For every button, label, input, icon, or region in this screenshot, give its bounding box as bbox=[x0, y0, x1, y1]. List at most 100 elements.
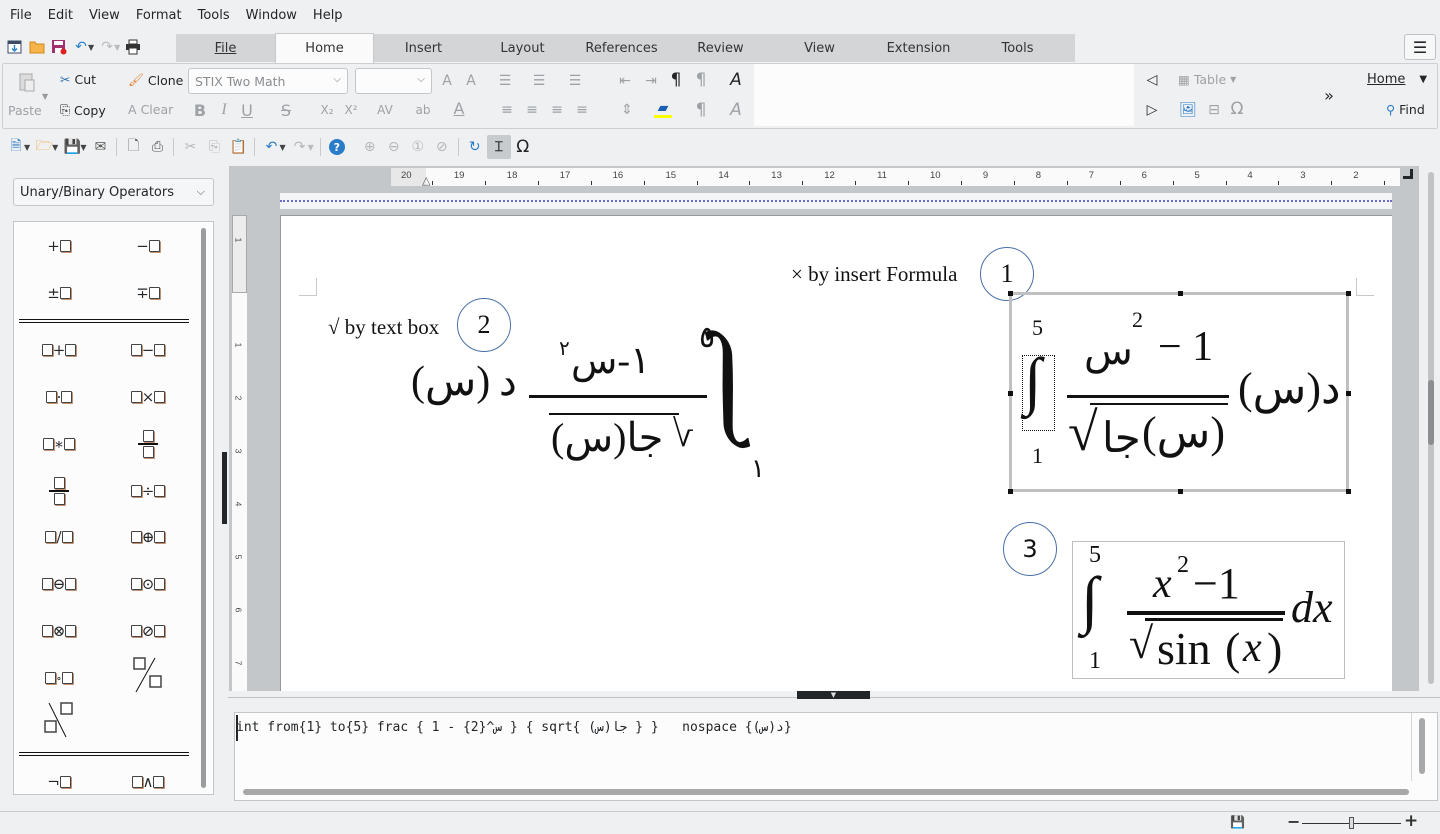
ribbon-scroll-left-icon[interactable]: ◁ bbox=[1143, 71, 1161, 89]
menu-window[interactable]: Window bbox=[240, 8, 303, 23]
character-spacing-icon[interactable]: AV bbox=[376, 101, 394, 119]
tab-home[interactable]: Home bbox=[275, 33, 374, 63]
document-modified-icon[interactable]: 💾 bbox=[1230, 815, 1245, 829]
element-plus-minus[interactable]: ± bbox=[19, 275, 99, 311]
tab-insert[interactable]: Insert bbox=[374, 34, 473, 62]
paste-button[interactable]: Paste bbox=[8, 103, 42, 118]
bullet-list-icon[interactable]: ☰ bbox=[496, 72, 514, 90]
outline-list-icon[interactable]: ☰ bbox=[566, 72, 584, 90]
element-concatenate[interactable]: ∘ bbox=[19, 660, 99, 696]
element-boolean-and[interactable]: ∧ bbox=[108, 764, 188, 794]
tab-layout[interactable]: Layout bbox=[473, 34, 572, 62]
zoom-optimal-icon[interactable]: ⊘ bbox=[430, 135, 454, 159]
element-multiplication-star[interactable]: ∗ bbox=[19, 426, 99, 462]
sidebar-collapse-handle[interactable] bbox=[222, 452, 227, 524]
font-size-combo[interactable]: ⌵ bbox=[355, 68, 432, 94]
paragraph-ltr-icon[interactable]: ¶ bbox=[692, 70, 710, 90]
formula-text-box[interactable]: ٥ ∫ ١ ١-س ٢ جا(س) √ د (س) bbox=[411, 309, 771, 486]
elements-scrollbar[interactable] bbox=[201, 228, 206, 788]
zoom-in-icon[interactable]: ⊕ bbox=[358, 135, 382, 159]
italic-button[interactable]: I bbox=[215, 101, 233, 119]
resize-handle[interactable] bbox=[1008, 391, 1013, 396]
background-color-icon[interactable]: ▰ bbox=[654, 100, 672, 118]
redo-dropdown-icon[interactable]: ▼ bbox=[114, 43, 120, 52]
open-folder-icon[interactable] bbox=[26, 36, 48, 58]
increase-indent-icon[interactable]: ⇥ bbox=[642, 72, 660, 90]
formatting-marks-icon[interactable]: ¶ bbox=[667, 70, 685, 90]
formula-image-reference[interactable]: 5 ∫ 1 x 2 −1 √ sin ( x ) dx bbox=[1072, 541, 1345, 679]
element-unary-plus[interactable]: + bbox=[19, 228, 99, 264]
element-circled-minus[interactable]: ⊖ bbox=[19, 566, 99, 602]
zoom-100-icon[interactable]: ① bbox=[406, 135, 430, 159]
element-addition[interactable]: + bbox=[19, 332, 99, 368]
grow-font-icon[interactable]: A bbox=[438, 72, 456, 90]
undo-dropdown-icon[interactable]: ▼ bbox=[88, 43, 94, 52]
element-slash-division[interactable]: / bbox=[19, 519, 99, 555]
align-center-icon[interactable]: ≡ bbox=[523, 101, 541, 119]
export-pdf-icon[interactable]: 🗋 bbox=[121, 135, 145, 159]
more-options-icon[interactable]: » bbox=[1320, 86, 1338, 105]
save-icon[interactable] bbox=[48, 36, 70, 58]
justify-icon[interactable]: ≡ bbox=[573, 101, 591, 119]
copy-button[interactable]: ⎘ Copy bbox=[60, 102, 106, 118]
update-style-icon[interactable]: A bbox=[727, 100, 745, 120]
dropdown-arrow-icon[interactable]: ▼ bbox=[80, 143, 86, 152]
callout-circle-3[interactable]: 3 bbox=[1003, 522, 1057, 576]
tab-extension[interactable]: Extension bbox=[869, 34, 968, 62]
document-page[interactable]: × by insert Formula 1 √ by text box 2 ٥ … bbox=[280, 215, 1392, 691]
strikethrough-button[interactable]: S bbox=[277, 101, 295, 120]
element-multiplication-x[interactable]: × bbox=[108, 379, 188, 415]
resize-handle[interactable] bbox=[1008, 489, 1013, 494]
zoom-out-icon[interactable]: − bbox=[1287, 812, 1300, 831]
formula-cursor-icon[interactable]: ⌶ bbox=[486, 135, 511, 159]
element-wide-backslash[interactable] bbox=[19, 702, 99, 739]
command-window-toggle[interactable]: ▼ bbox=[797, 691, 870, 699]
dropdown-arrow-icon[interactable]: ▼ bbox=[24, 143, 30, 152]
element-minus-plus[interactable]: ∓ bbox=[108, 275, 188, 311]
find-button[interactable]: ⚲ Find bbox=[1386, 102, 1425, 117]
menu-tools[interactable]: Tools bbox=[192, 8, 236, 23]
cut-button[interactable]: ✂ Cut bbox=[60, 72, 96, 87]
element-fraction-small[interactable] bbox=[19, 473, 99, 509]
menu-edit[interactable]: Edit bbox=[42, 8, 79, 23]
print-icon[interactable] bbox=[122, 36, 144, 58]
ribbon-scroll-right-icon[interactable]: ▷ bbox=[1143, 101, 1161, 119]
menu-file[interactable]: File bbox=[4, 8, 38, 23]
resize-handle[interactable] bbox=[1178, 489, 1183, 494]
editor-horizontal-scrollbar[interactable] bbox=[243, 789, 1409, 795]
insert-image-icon[interactable]: 🖼 bbox=[1179, 101, 1197, 119]
new-document-icon[interactable] bbox=[4, 36, 26, 58]
clear-button[interactable]: A Clear bbox=[128, 102, 173, 117]
menu-help[interactable]: Help bbox=[307, 8, 349, 23]
element-multiplication-dot[interactable]: · bbox=[19, 379, 99, 415]
formula-command-text[interactable]: int from{1} to{5} frac { 1 - {2}^س } { s… bbox=[236, 720, 792, 735]
paragraph-rtl-icon[interactable]: ¶ bbox=[692, 100, 710, 120]
element-circled-plus[interactable]: ⊕ bbox=[108, 519, 188, 555]
zoom-in-icon[interactable]: + bbox=[1404, 811, 1418, 831]
dropdown-arrow-icon[interactable]: ▼ bbox=[308, 143, 314, 152]
copy-icon[interactable]: ⎘ bbox=[202, 135, 226, 159]
numbered-list-icon[interactable]: ☰ bbox=[530, 72, 548, 90]
resize-handle[interactable] bbox=[1178, 291, 1183, 296]
resize-handle[interactable] bbox=[1346, 391, 1351, 396]
element-unary-minus[interactable]: − bbox=[108, 228, 188, 264]
element-circled-slash[interactable]: ⊘ bbox=[108, 613, 188, 649]
symbols-icon[interactable]: Ω bbox=[511, 135, 535, 159]
special-character-icon[interactable]: Ω bbox=[1228, 99, 1246, 119]
element-wide-slash[interactable] bbox=[108, 656, 188, 693]
bold-button[interactable]: B bbox=[191, 101, 209, 120]
align-right-icon[interactable]: ≡ bbox=[548, 101, 566, 119]
superscript-button[interactable]: X² bbox=[342, 101, 360, 119]
menu-view[interactable]: View bbox=[83, 8, 126, 23]
indent-marker-icon[interactable]: △ bbox=[422, 174, 430, 187]
paste-dropdown-icon[interactable]: ▼ bbox=[42, 92, 48, 101]
zoom-slider-knob[interactable] bbox=[1348, 817, 1354, 829]
help-icon[interactable]: ? bbox=[325, 135, 349, 159]
font-name-combo[interactable]: STIX Two Math ⌵ bbox=[188, 68, 348, 94]
home-dropdown[interactable]: Home ▼ bbox=[1367, 72, 1427, 87]
tab-review[interactable]: Review bbox=[671, 34, 770, 62]
email-icon[interactable]: ✉ bbox=[88, 135, 112, 159]
element-division[interactable]: ÷ bbox=[108, 473, 188, 509]
scrollbar-thumb[interactable] bbox=[1428, 380, 1434, 445]
tab-tools[interactable]: Tools bbox=[968, 34, 1067, 62]
